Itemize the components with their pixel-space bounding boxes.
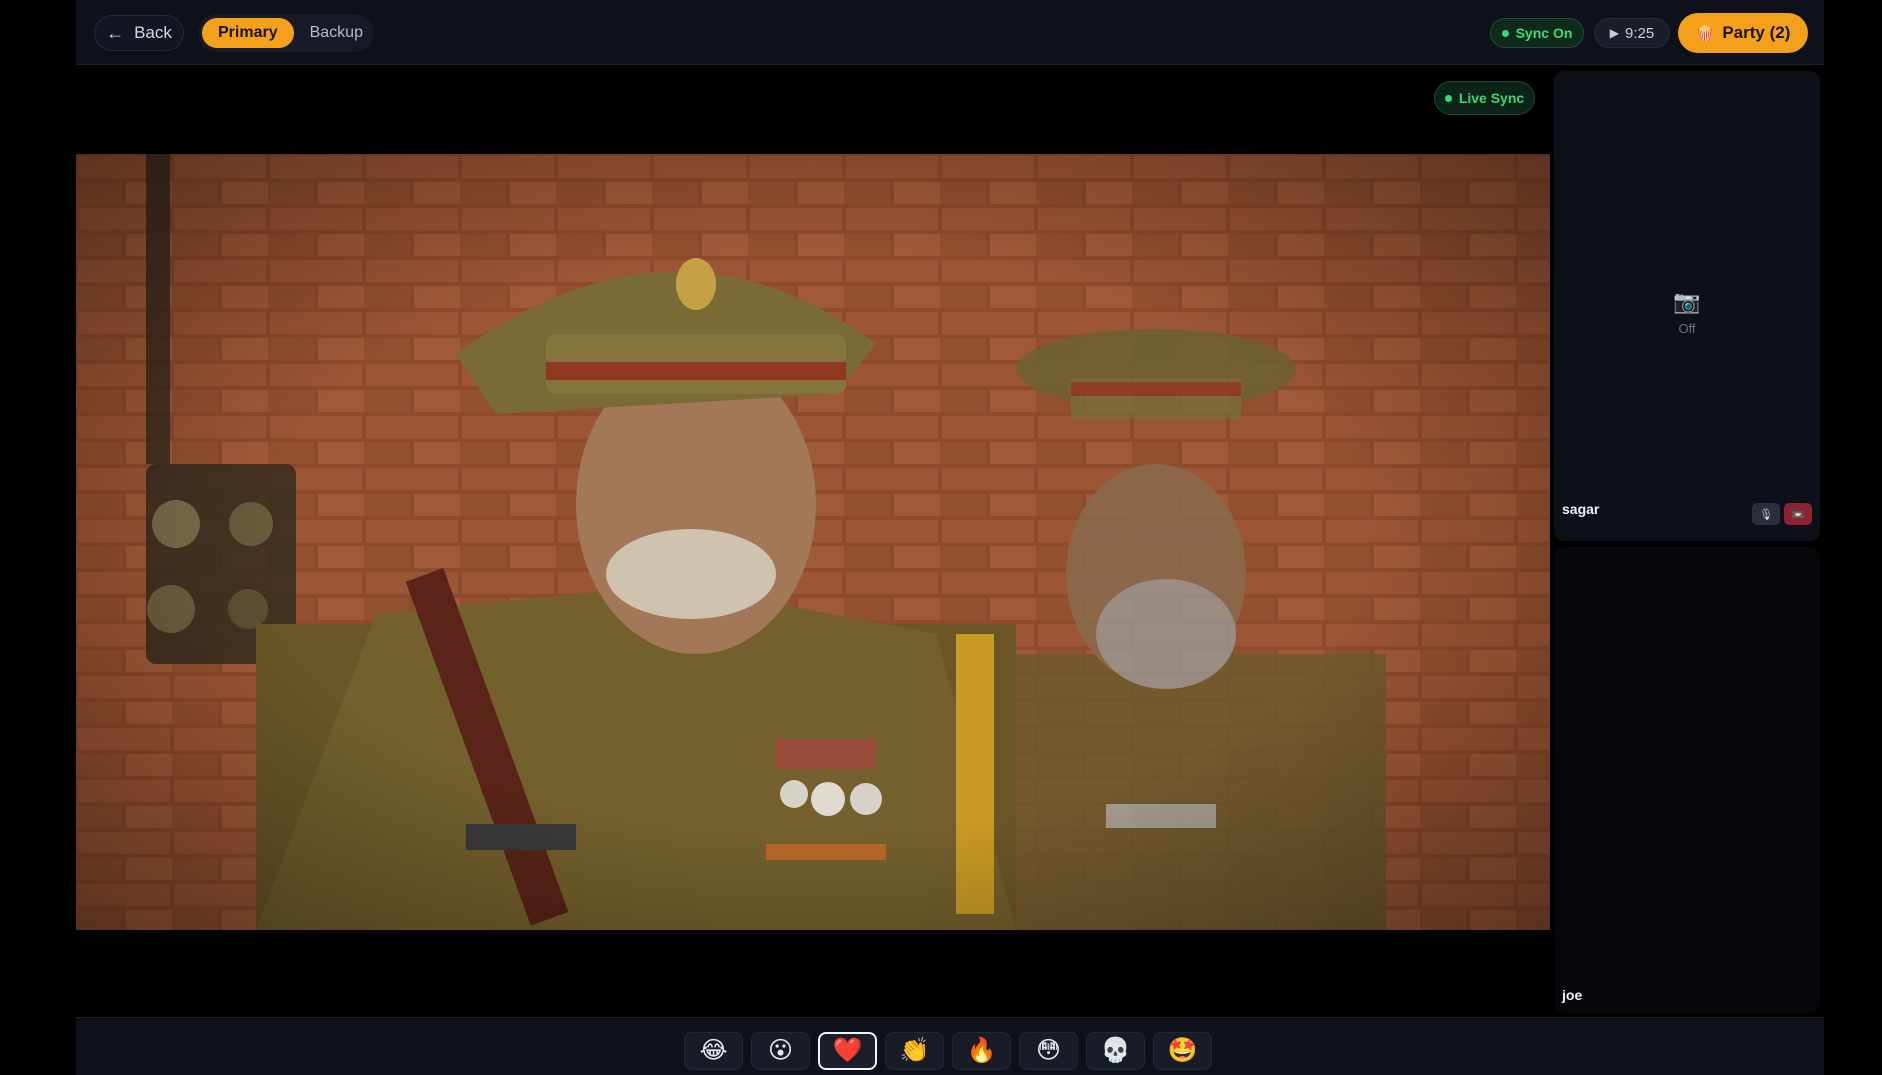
reaction-bar: 😂 😮 ❤️ 👏 🔥 😳 💀 🤩 [76, 1017, 1824, 1075]
reaction-flushed-button[interactable]: 😳 [1019, 1032, 1078, 1070]
source-backup-button[interactable]: Backup [294, 18, 379, 48]
sync-label: Sync On [1515, 25, 1573, 41]
source-toggle: Primary Backup [198, 14, 374, 52]
reaction-star-struck-button[interactable]: 🤩 [1153, 1032, 1212, 1070]
participant-name: sagar [1562, 501, 1600, 517]
video-scene-image [76, 154, 1550, 930]
live-sync-label: Live Sync [1458, 90, 1525, 106]
camera-status-label: Off [1678, 321, 1696, 336]
mic-icon[interactable]: 🎙 [1752, 503, 1780, 525]
sync-status-badge[interactable]: Sync On [1490, 18, 1584, 48]
camera-icon: 📷 [1673, 289, 1701, 314]
party-button[interactable]: 🍿 Party (2) [1678, 13, 1808, 53]
reaction-clap-button[interactable]: 👏 [885, 1032, 944, 1070]
back-button[interactable]: ← Back [94, 15, 184, 51]
reaction-laugh-button[interactable]: 😂 [684, 1032, 743, 1070]
video-frame[interactable] [76, 154, 1550, 930]
reaction-buttons: 😂 😮 ❤️ 👏 🔥 😳 💀 🤩 [684, 1032, 1212, 1070]
reaction-heart-button[interactable]: ❤️ [818, 1032, 877, 1070]
playback-time-badge[interactable]: ▶ 9:25 [1594, 18, 1670, 48]
back-label: Back [134, 23, 172, 42]
participant-status-badges: 🎙 📼 [1752, 503, 1812, 525]
video-player[interactable]: Live Sync [76, 65, 1550, 1017]
live-dot-icon [1444, 94, 1452, 102]
live-sync-badge: Live Sync [1434, 81, 1535, 115]
camera-off-icon[interactable]: 📼 [1784, 503, 1812, 525]
reaction-fire-button[interactable]: 🔥 [952, 1032, 1011, 1070]
watch-party-app: ← Back Primary Backup Sync On ▶ 9:25 🍿 P… [76, 0, 1824, 1075]
top-bar: ← Back Primary Backup Sync On ▶ 9:25 🍿 P… [76, 0, 1824, 65]
participant-tile-joe[interactable]: joe [1554, 547, 1820, 1013]
reaction-wow-button[interactable]: 😮 [751, 1032, 810, 1070]
reaction-skull-button[interactable]: 💀 [1086, 1032, 1145, 1070]
time-label: 9:25 [1625, 24, 1655, 42]
camera-off-indicator: 📷 Off [1554, 289, 1820, 336]
participant-name: joe [1562, 987, 1583, 1003]
play-icon: ▶ [1609, 26, 1620, 40]
arrow-left-icon: ← [106, 23, 125, 43]
source-primary-button[interactable]: Primary [202, 18, 294, 48]
popcorn-icon: 🍿 [1695, 25, 1715, 42]
participant-tile-sagar[interactable]: 📷 Off sagar 🎙 📼 [1554, 71, 1820, 541]
party-label: Party (2) [1722, 23, 1791, 42]
status-dot-icon [1501, 29, 1509, 37]
